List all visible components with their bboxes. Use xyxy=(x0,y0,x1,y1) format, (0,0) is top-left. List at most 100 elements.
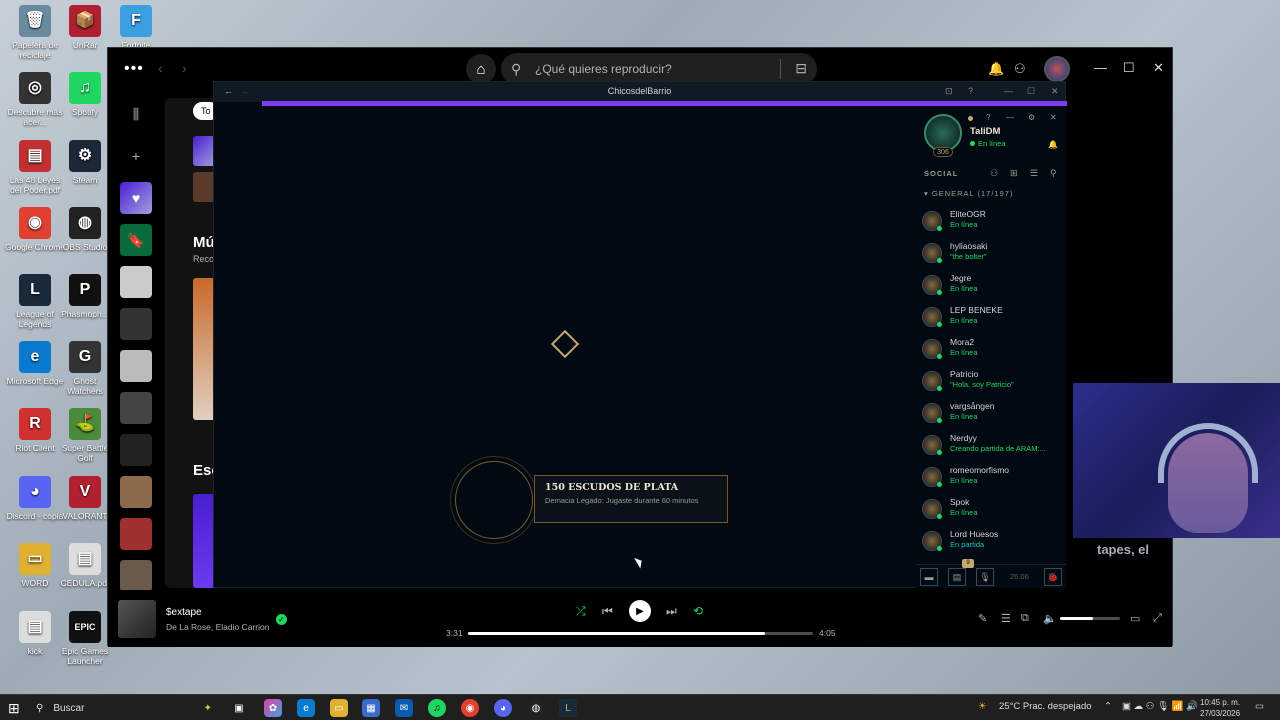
devices-icon[interactable]: ⧉ xyxy=(1021,612,1029,625)
desktop-icon[interactable]: ▤ CEDULA.pdf xyxy=(55,543,115,588)
playlist-item[interactable] xyxy=(120,518,152,550)
report-bug-icon[interactable]: 🐞 xyxy=(1044,568,1062,586)
notification-bell-icon[interactable]: 🔔 xyxy=(1048,140,1058,149)
back-arrow-icon[interactable]: ‹ xyxy=(158,60,163,76)
notifications-icon[interactable]: ▭ xyxy=(1255,701,1264,712)
friend-row[interactable]: Jegre En línea xyxy=(920,273,1060,303)
taskbar-search[interactable]: ⚲ Buscar ✦ xyxy=(36,698,212,718)
saved-episodes-item[interactable]: 🔖 xyxy=(120,224,152,256)
volume-icon[interactable]: 🔈 xyxy=(1043,612,1057,625)
home-button[interactable]: ⌂ xyxy=(466,54,496,84)
playlist-item[interactable] xyxy=(120,476,152,508)
friend-row[interactable]: romeomorfismo En línea xyxy=(920,465,1060,495)
previous-icon[interactable]: ⏮ xyxy=(602,604,613,619)
track-cover[interactable] xyxy=(118,600,156,638)
microphone-icon[interactable]: 🎙 xyxy=(976,568,994,586)
list-view-icon[interactable]: ☰ xyxy=(1030,168,1038,179)
search-icon[interactable]: ⚲ xyxy=(1050,168,1057,179)
settings-gear-icon[interactable]: ⚙ xyxy=(1028,113,1035,122)
windows-start-icon[interactable]: ⊞ xyxy=(8,700,20,717)
friend-row[interactable]: EliteOGR En línea xyxy=(920,209,1060,239)
friend-row[interactable]: Mora2 En línea xyxy=(920,337,1060,367)
profile-name[interactable]: TaliDM xyxy=(970,126,1000,137)
friend-row[interactable]: Spok En línea xyxy=(920,497,1060,527)
playlist-item[interactable] xyxy=(120,560,152,592)
weather-text[interactable]: 25°C Prac. despejado xyxy=(999,701,1092,712)
desktop-icon[interactable]: ♫ Spotify xyxy=(55,72,115,117)
minimize-icon[interactable]: — xyxy=(1004,86,1013,96)
friend-row[interactable]: Patricio "Hola, soy Patricio" xyxy=(920,369,1060,399)
maximize-icon[interactable]: ☐ xyxy=(1123,60,1135,76)
volume-slider[interactable] xyxy=(1060,617,1120,620)
saved-check-icon[interactable]: ✓ xyxy=(276,614,287,625)
close-icon[interactable]: ✕ xyxy=(1153,60,1164,76)
clock[interactable]: 10:45 p. m. 27/03/2026 xyxy=(1200,697,1240,719)
chevron-up-icon[interactable]: ⌃ xyxy=(1104,701,1112,712)
playlist-item[interactable] xyxy=(120,434,152,466)
add-folder-icon[interactable]: ⊞ xyxy=(1010,168,1018,179)
party-icon[interactable]: ▤ xyxy=(948,568,966,586)
obs-icon[interactable]: ◍ xyxy=(527,699,545,717)
chrome-icon[interactable]: ◉ xyxy=(461,699,479,717)
desktop-icon[interactable]: ◍ OBS Studio xyxy=(55,207,115,252)
desktop-icon[interactable]: ⛳ Super Battle Golf xyxy=(55,408,115,463)
minimize-icon[interactable]: — xyxy=(1094,60,1107,75)
weather-icon[interactable]: ☀ xyxy=(978,701,987,712)
add-friend-icon[interactable]: ⚇ xyxy=(990,168,998,179)
spotify-taskbar-icon[interactable]: ♫ xyxy=(428,699,446,717)
discord-icon[interactable]: ◕ xyxy=(494,699,512,717)
friend-row[interactable]: Nerdyy Creando partida de ARAM:... xyxy=(920,433,1060,463)
friend-row[interactable]: LEP BENEKE En línea xyxy=(920,305,1060,335)
avatar[interactable] xyxy=(1044,56,1070,82)
liked-songs-item[interactable]: ♥ xyxy=(120,182,152,214)
profile-status[interactable]: En línea xyxy=(978,139,1006,148)
desktop-icon[interactable]: P Phasmoph... xyxy=(55,274,115,319)
desktop-icon[interactable]: F Fortnite xyxy=(106,5,166,50)
play-button[interactable]: ▶ xyxy=(629,600,651,622)
help-icon[interactable]: ? xyxy=(968,86,973,96)
friend-row[interactable]: vargsången En línea xyxy=(920,401,1060,431)
fullscreen-icon[interactable]: ⤢ xyxy=(1153,612,1162,625)
desktop-icon[interactable]: ⚙ Steam xyxy=(55,140,115,185)
chat-icon[interactable]: ▬ xyxy=(920,568,938,586)
league-taskbar-icon[interactable]: L xyxy=(559,699,577,717)
copilot-icon[interactable]: ✿ xyxy=(264,699,282,717)
maximize-icon[interactable]: ☐ xyxy=(1027,86,1035,97)
edge-icon[interactable]: e xyxy=(297,699,315,717)
desktop-icon[interactable]: EPIC Epic Games Launcher xyxy=(55,611,115,666)
reward-notification[interactable]: 150 ESCUDOS DE PLATA Demacia Legado: Jug… xyxy=(534,475,728,523)
outlook-icon[interactable]: ✉ xyxy=(395,699,413,717)
tray-icons[interactable]: ▣ ☁ ⚇ 🎙 📶 🔊 xyxy=(1122,701,1198,712)
playlist-item[interactable] xyxy=(120,266,152,298)
desktop-icon[interactable]: V VALORANT xyxy=(55,476,115,521)
library-icon[interactable]: ⫼ xyxy=(120,98,152,130)
lyrics-icon[interactable]: ✎ xyxy=(978,612,987,625)
close-icon[interactable]: ✕ xyxy=(1051,86,1059,97)
inbox-icon[interactable]: ⊡ xyxy=(945,86,953,97)
task-view-icon[interactable]: ▣ xyxy=(230,699,248,717)
track-artist[interactable]: De La Rose, Eladio Carrion xyxy=(166,622,269,632)
browse-icon[interactable]: ⊟ xyxy=(795,60,807,77)
queue-icon[interactable]: ☰ xyxy=(1001,612,1011,625)
playlist-item[interactable] xyxy=(120,350,152,382)
minimize-icon[interactable]: — xyxy=(1006,113,1014,122)
bell-icon[interactable]: 🔔 xyxy=(988,61,1004,77)
close-icon[interactable]: ✕ xyxy=(1050,113,1057,122)
friends-icon[interactable]: ⚇ xyxy=(1014,61,1026,77)
forward-arrow-icon[interactable]: › xyxy=(182,60,187,76)
progress-bar[interactable] xyxy=(468,632,813,635)
create-plus-icon[interactable]: + xyxy=(120,140,152,172)
repeat-icon[interactable]: ⟲ xyxy=(693,604,703,618)
help-icon[interactable]: ? xyxy=(986,113,990,122)
playlist-item[interactable] xyxy=(120,392,152,424)
store-icon[interactable]: ▦ xyxy=(362,699,380,717)
next-icon[interactable]: ⏭ xyxy=(666,604,677,619)
desktop-icon[interactable]: G Ghost Watchers xyxy=(55,341,115,396)
friend-row[interactable]: Lord Huesos En partida xyxy=(920,529,1060,559)
friend-row[interactable]: hyliaosaki "the bolter" xyxy=(920,241,1060,271)
miniplayer-icon[interactable]: ▭ xyxy=(1130,612,1140,625)
playlist-item[interactable] xyxy=(120,308,152,340)
track-title[interactable]: $extape xyxy=(166,607,202,618)
shuffle-icon[interactable]: ⤮ xyxy=(576,604,586,619)
friend-group-header[interactable]: ▾ GENERAL (17/197) xyxy=(924,189,1013,198)
